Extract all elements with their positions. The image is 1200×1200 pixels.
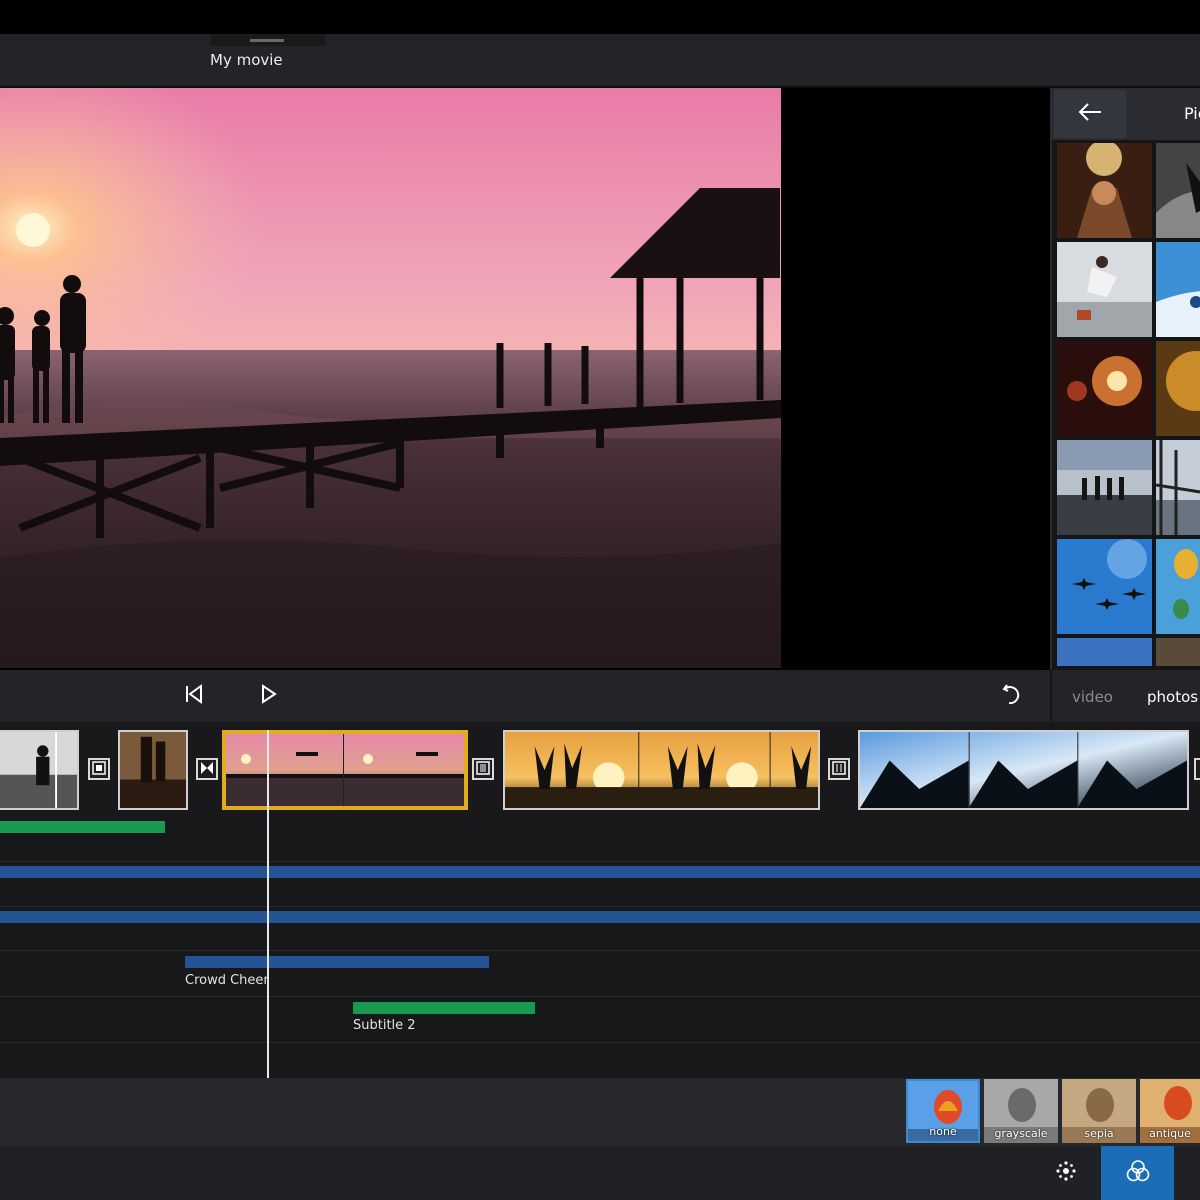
filter-sepia[interactable]: sepia (1062, 1079, 1136, 1143)
storyboard-clip[interactable] (503, 730, 820, 810)
bars-transition-icon (832, 760, 846, 779)
library-title: Pictures (1184, 104, 1200, 123)
filter-label: none (929, 1125, 957, 1138)
storyboard-clip-selected[interactable] (222, 730, 468, 810)
bars-transition-icon (476, 760, 490, 779)
play-icon (258, 684, 278, 708)
tab-video[interactable]: video (1072, 688, 1113, 706)
library-thumbnail[interactable] (1057, 440, 1152, 535)
arrow-left-icon (1077, 102, 1103, 126)
library-header: Pictures (1052, 88, 1200, 140)
track-lane: Subtitle 2 (0, 997, 1200, 1043)
video-preview[interactable] (0, 88, 1050, 670)
library-thumbnail[interactable] (1156, 341, 1200, 436)
movie-title[interactable]: My movie (210, 51, 283, 69)
library-thumbnail[interactable] (1156, 440, 1200, 535)
undo-icon (1001, 682, 1023, 710)
bottom-command-bar (0, 1146, 1200, 1200)
skip-to-start-icon (184, 684, 204, 708)
filter-antique[interactable]: antique (1140, 1079, 1200, 1143)
filter-label: grayscale (994, 1127, 1048, 1140)
track-clip[interactable] (0, 911, 1200, 923)
transition-button[interactable] (472, 758, 494, 780)
storyboard-strip (0, 722, 1200, 816)
storyboard-clip[interactable] (0, 730, 79, 810)
playhead[interactable] (267, 730, 269, 1079)
fade-transition-icon (92, 760, 106, 779)
library-thumbnail[interactable] (1057, 638, 1152, 666)
track-clip[interactable] (0, 866, 1200, 878)
bowtie-transition-icon (200, 760, 214, 779)
filter-label: sepia (1084, 1127, 1114, 1140)
library-thumbnail[interactable] (1057, 539, 1152, 634)
drag-grip[interactable] (250, 39, 284, 42)
sparkle-dots-icon (1055, 1160, 1077, 1186)
track-lane: Crowd Cheer (0, 951, 1200, 997)
library-thumbnail[interactable] (1057, 143, 1152, 238)
audio-clip-crowd-cheer[interactable] (185, 956, 489, 968)
storyboard-clip[interactable] (118, 730, 188, 810)
track-clip[interactable] (0, 821, 165, 833)
filter-grayscale[interactable]: grayscale (984, 1079, 1058, 1143)
track-lane (0, 816, 1200, 862)
back-button[interactable] (1054, 90, 1126, 138)
filters-button[interactable] (1101, 1146, 1174, 1200)
library-thumbnail[interactable] (1156, 242, 1200, 337)
media-type-tabs: video photos (1050, 670, 1200, 722)
library-thumbnail[interactable] (1156, 539, 1200, 634)
title-bar: My movie (0, 34, 1200, 88)
storyboard-clip[interactable] (858, 730, 1189, 810)
timeline-tracks: Crowd Cheer Subtitle 2 (0, 816, 1200, 1078)
window-top-bar (0, 0, 1200, 34)
transition-button[interactable] (88, 758, 110, 780)
library-thumbnail[interactable] (1156, 143, 1200, 238)
filter-row: none grayscale sepia antique (0, 1078, 1200, 1146)
undo-button[interactable] (998, 682, 1026, 710)
track-lane (0, 862, 1200, 907)
library-thumbnail[interactable] (1057, 242, 1152, 337)
tab-photos[interactable]: photos (1147, 688, 1198, 706)
filter-none[interactable]: none (906, 1079, 980, 1143)
title-tab[interactable] (210, 34, 326, 46)
effects-button[interactable] (1040, 1146, 1092, 1200)
media-library-panel: Pictures (1050, 88, 1200, 670)
transition-button[interactable] (196, 758, 218, 780)
playback-controls (0, 670, 1050, 722)
preview-frame (0, 88, 781, 668)
skip-to-start-button[interactable] (180, 682, 208, 710)
transition-button[interactable] (1194, 758, 1200, 780)
track-lane (0, 907, 1200, 951)
play-button[interactable] (254, 682, 282, 710)
subtitle-clip[interactable] (353, 1002, 535, 1014)
library-thumbnail[interactable] (1156, 638, 1200, 666)
transition-button[interactable] (828, 758, 850, 780)
color-filter-circles-icon (1125, 1159, 1151, 1187)
filter-label: antique (1149, 1127, 1191, 1140)
library-thumbnail[interactable] (1057, 341, 1152, 436)
subtitle-clip-label: Subtitle 2 (353, 1018, 416, 1033)
audio-clip-label: Crowd Cheer (185, 973, 269, 988)
